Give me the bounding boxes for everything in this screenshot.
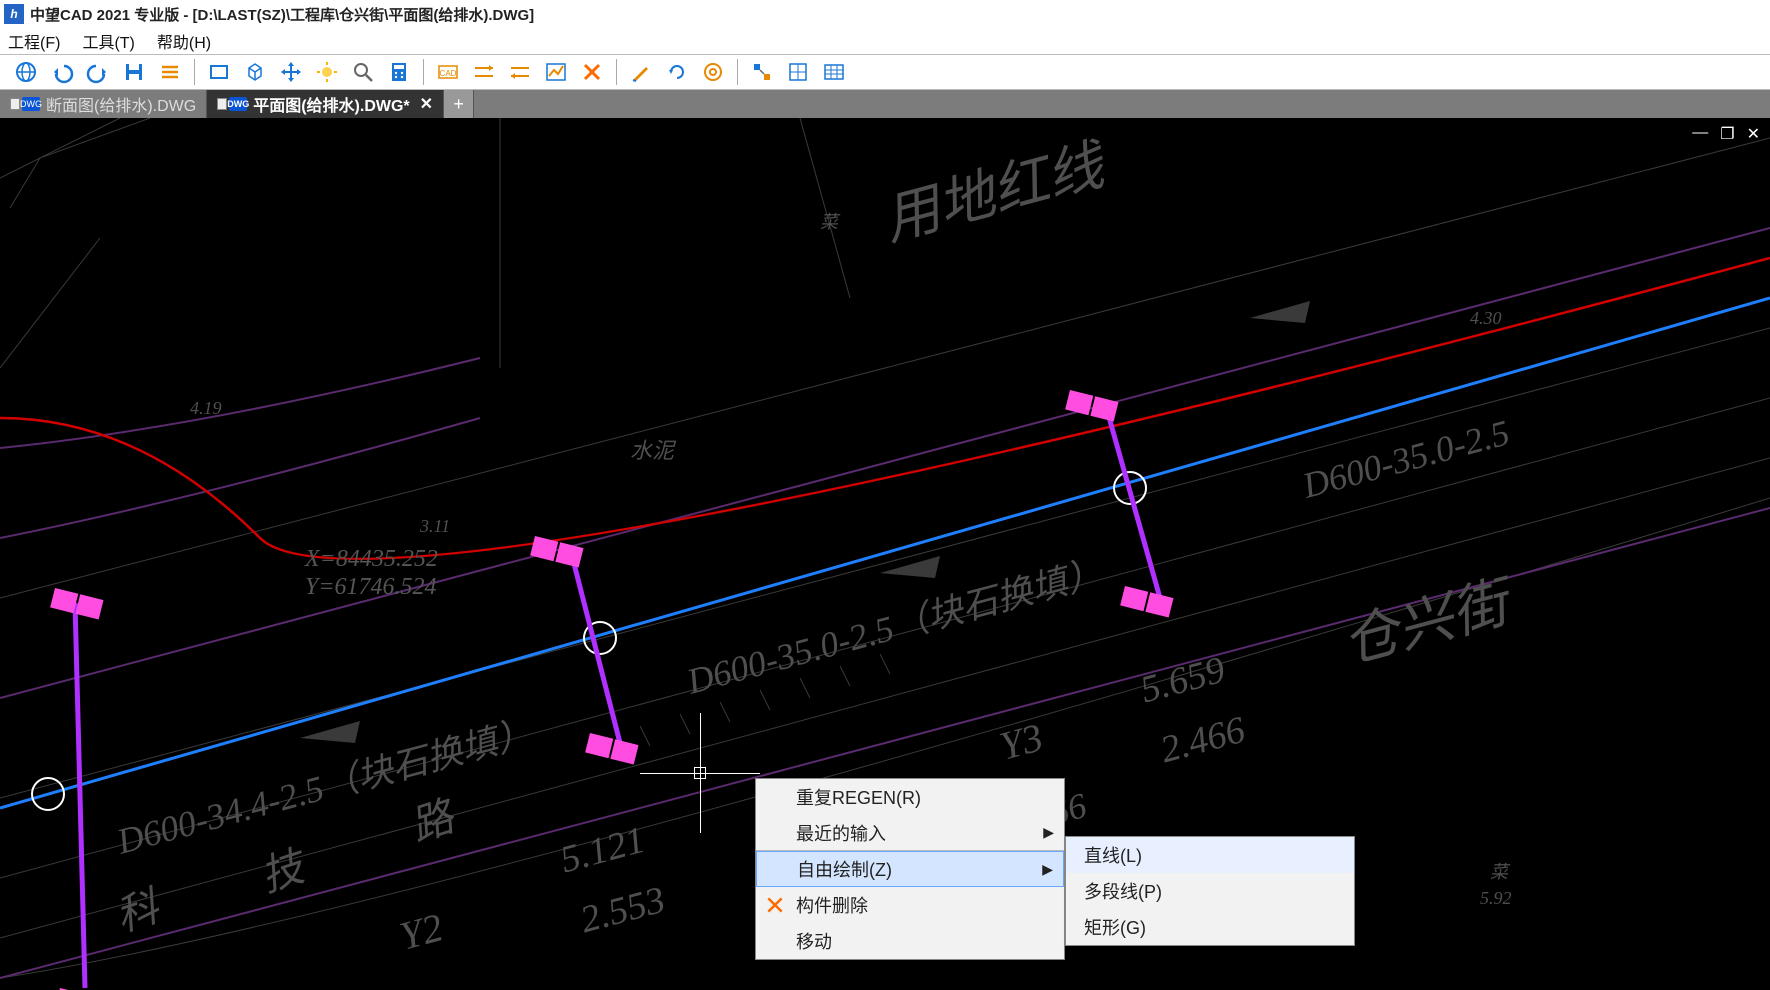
submenu-free-draw: 直线(L) 多段线(P) 矩形(G) [1065, 836, 1355, 946]
submenu-polyline[interactable]: 多段线(P) [1066, 873, 1354, 909]
tab-label: 断面图(给排水).DWG [46, 92, 196, 116]
flow2-icon[interactable] [505, 57, 535, 87]
redo-icon[interactable] [83, 57, 113, 87]
context-menu: 重复REGEN(R) 最近的输入 ▶ 自由绘制(Z) ▶ 构件删除 移动 [755, 778, 1065, 960]
menu-label: 移动 [796, 928, 832, 954]
tab-bar: DWG 断面图(给排水).DWG DWG 平面图(给排水).DWG* ✕ + [0, 90, 1770, 118]
submenu-label: 矩形(G) [1084, 914, 1146, 940]
print-icon [10, 98, 20, 110]
svg-text:CAD: CAD [440, 69, 457, 78]
list-icon[interactable] [155, 57, 185, 87]
menu-project[interactable]: 工程(F) [8, 29, 60, 53]
submenu-label: 多段线(P) [1084, 878, 1162, 904]
pen-icon[interactable] [626, 57, 656, 87]
toolbar: CAD [0, 54, 1770, 90]
table-icon[interactable] [819, 57, 849, 87]
tab-label: 平面图(给排水).DWG* [253, 92, 409, 116]
title-text: 中望CAD 2021 专业版 - [D:\LAST(SZ)\工程库\仓兴街\平面… [30, 4, 534, 25]
dwg-icon: DWG [229, 97, 247, 111]
flow1-icon[interactable] [469, 57, 499, 87]
menu-repeat-regen[interactable]: 重复REGEN(R) [756, 779, 1064, 815]
move-icon[interactable] [276, 57, 306, 87]
node-icon[interactable] [747, 57, 777, 87]
menu-label: 自由绘制(Z) [797, 856, 892, 882]
submenu-rectangle[interactable]: 矩形(G) [1066, 909, 1354, 945]
toolbar-separator [194, 59, 195, 85]
submenu-line[interactable]: 直线(L) [1066, 837, 1354, 873]
menu-move[interactable]: 移动 [756, 923, 1064, 959]
menu-label: 重复REGEN(R) [796, 784, 921, 810]
cad-canvas[interactable]: — ❐ ✕ [0, 118, 1770, 990]
grid-icon[interactable] [783, 57, 813, 87]
cad-icon[interactable]: CAD [433, 57, 463, 87]
toolbar-separator [737, 59, 738, 85]
x-delete-icon [764, 894, 786, 916]
menu-delete-component[interactable]: 构件删除 [756, 887, 1064, 923]
chart-icon[interactable] [541, 57, 571, 87]
calc-icon[interactable] [384, 57, 414, 87]
menu-bar: 工程(F) 工具(T) 帮助(H) [0, 28, 1770, 54]
new-tab-button[interactable]: + [444, 90, 474, 118]
title-bar: h 中望CAD 2021 专业版 - [D:\LAST(SZ)\工程库\仓兴街\… [0, 0, 1770, 28]
submenu-label: 直线(L) [1084, 842, 1142, 868]
chevron-right-icon: ▶ [1042, 861, 1053, 878]
toolbar-separator [423, 59, 424, 85]
menu-free-draw[interactable]: 自由绘制(Z) ▶ [756, 851, 1064, 887]
chevron-right-icon: ▶ [1043, 824, 1054, 841]
tab-plan-drawing[interactable]: DWG 平面图(给排水).DWG* ✕ [207, 90, 444, 118]
globe-icon[interactable] [11, 57, 41, 87]
light-icon[interactable] [312, 57, 342, 87]
x-delete-icon[interactable] [577, 57, 607, 87]
menu-recent-input[interactable]: 最近的输入 ▶ [756, 815, 1064, 851]
close-icon[interactable]: ✕ [420, 94, 433, 114]
menu-tools[interactable]: 工具(T) [82, 29, 134, 53]
tab-section-drawing[interactable]: DWG 断面图(给排水).DWG [0, 90, 207, 118]
print-icon [217, 98, 227, 110]
toolbar-separator [616, 59, 617, 85]
rotate-icon[interactable] [662, 57, 692, 87]
menu-label: 最近的输入 [796, 820, 886, 846]
search-icon[interactable] [348, 57, 378, 87]
app-icon: h [4, 4, 24, 24]
save-icon[interactable] [119, 57, 149, 87]
dwg-icon: DWG [22, 97, 40, 111]
menu-help[interactable]: 帮助(H) [157, 29, 211, 53]
target-icon[interactable] [698, 57, 728, 87]
cube-icon[interactable] [240, 57, 270, 87]
menu-label: 构件删除 [796, 892, 868, 918]
undo-icon[interactable] [47, 57, 77, 87]
rect-icon[interactable] [204, 57, 234, 87]
